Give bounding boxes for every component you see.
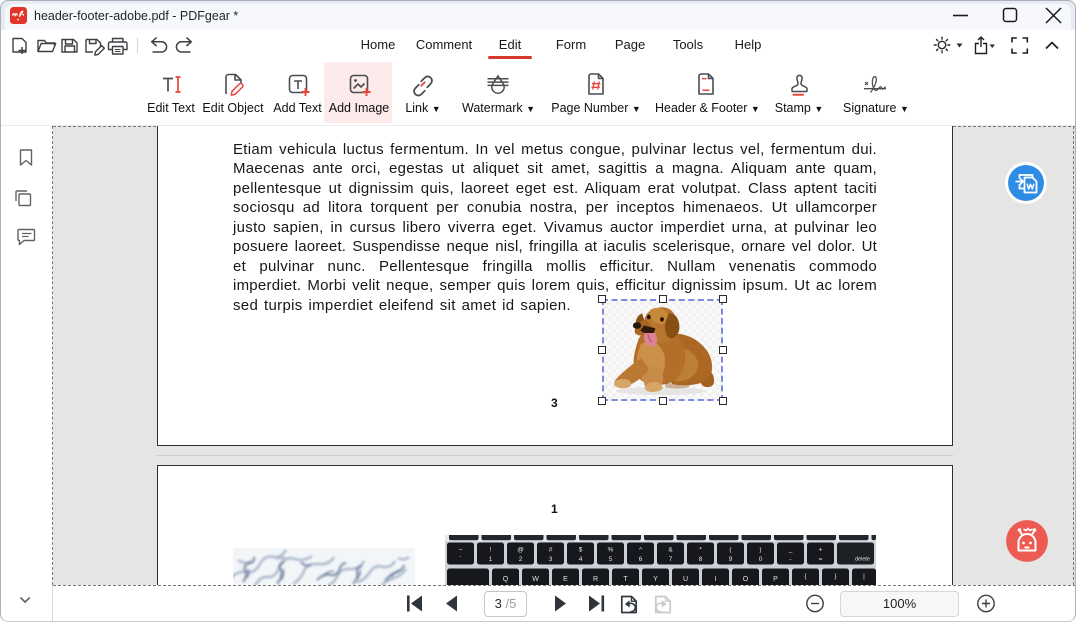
svg-text:~: ~ bbox=[459, 546, 463, 553]
svg-text:&: & bbox=[668, 546, 673, 553]
svg-text:U: U bbox=[683, 576, 688, 583]
svg-text:O: O bbox=[743, 576, 749, 583]
svg-text:Q: Q bbox=[503, 576, 509, 583]
svg-text:R: R bbox=[593, 576, 598, 583]
svg-text:delete: delete bbox=[855, 557, 870, 563]
svg-text:E: E bbox=[563, 576, 568, 583]
svg-text:+: + bbox=[819, 546, 823, 553]
svg-text:W: W bbox=[532, 576, 539, 583]
svg-text:4: 4 bbox=[579, 556, 583, 563]
svg-text:9: 9 bbox=[729, 556, 733, 563]
svg-text:#: # bbox=[549, 546, 553, 553]
svg-text:!: ! bbox=[490, 546, 492, 553]
svg-text:|: | bbox=[863, 573, 865, 580]
svg-text:8: 8 bbox=[699, 556, 703, 563]
svg-text:_: _ bbox=[788, 546, 793, 553]
svg-text:P: P bbox=[773, 576, 778, 583]
svg-text:2: 2 bbox=[519, 556, 523, 563]
svg-text:I: I bbox=[715, 576, 717, 583]
svg-text:=: = bbox=[819, 556, 823, 563]
svg-text:T: T bbox=[623, 576, 628, 583]
svg-text:Y: Y bbox=[653, 576, 658, 583]
svg-text:`: ` bbox=[459, 556, 461, 563]
svg-text:%: % bbox=[608, 546, 614, 553]
svg-text:5: 5 bbox=[609, 556, 613, 563]
svg-text:0: 0 bbox=[759, 556, 763, 563]
svg-text:1: 1 bbox=[489, 556, 493, 563]
svg-text:@: @ bbox=[517, 546, 524, 553]
svg-text:): ) bbox=[759, 546, 761, 553]
svg-text:7: 7 bbox=[669, 556, 673, 563]
svg-text:3: 3 bbox=[549, 556, 553, 563]
svg-text:6: 6 bbox=[639, 556, 643, 563]
svg-text:-: - bbox=[789, 556, 791, 563]
svg-text:$: $ bbox=[579, 546, 583, 553]
